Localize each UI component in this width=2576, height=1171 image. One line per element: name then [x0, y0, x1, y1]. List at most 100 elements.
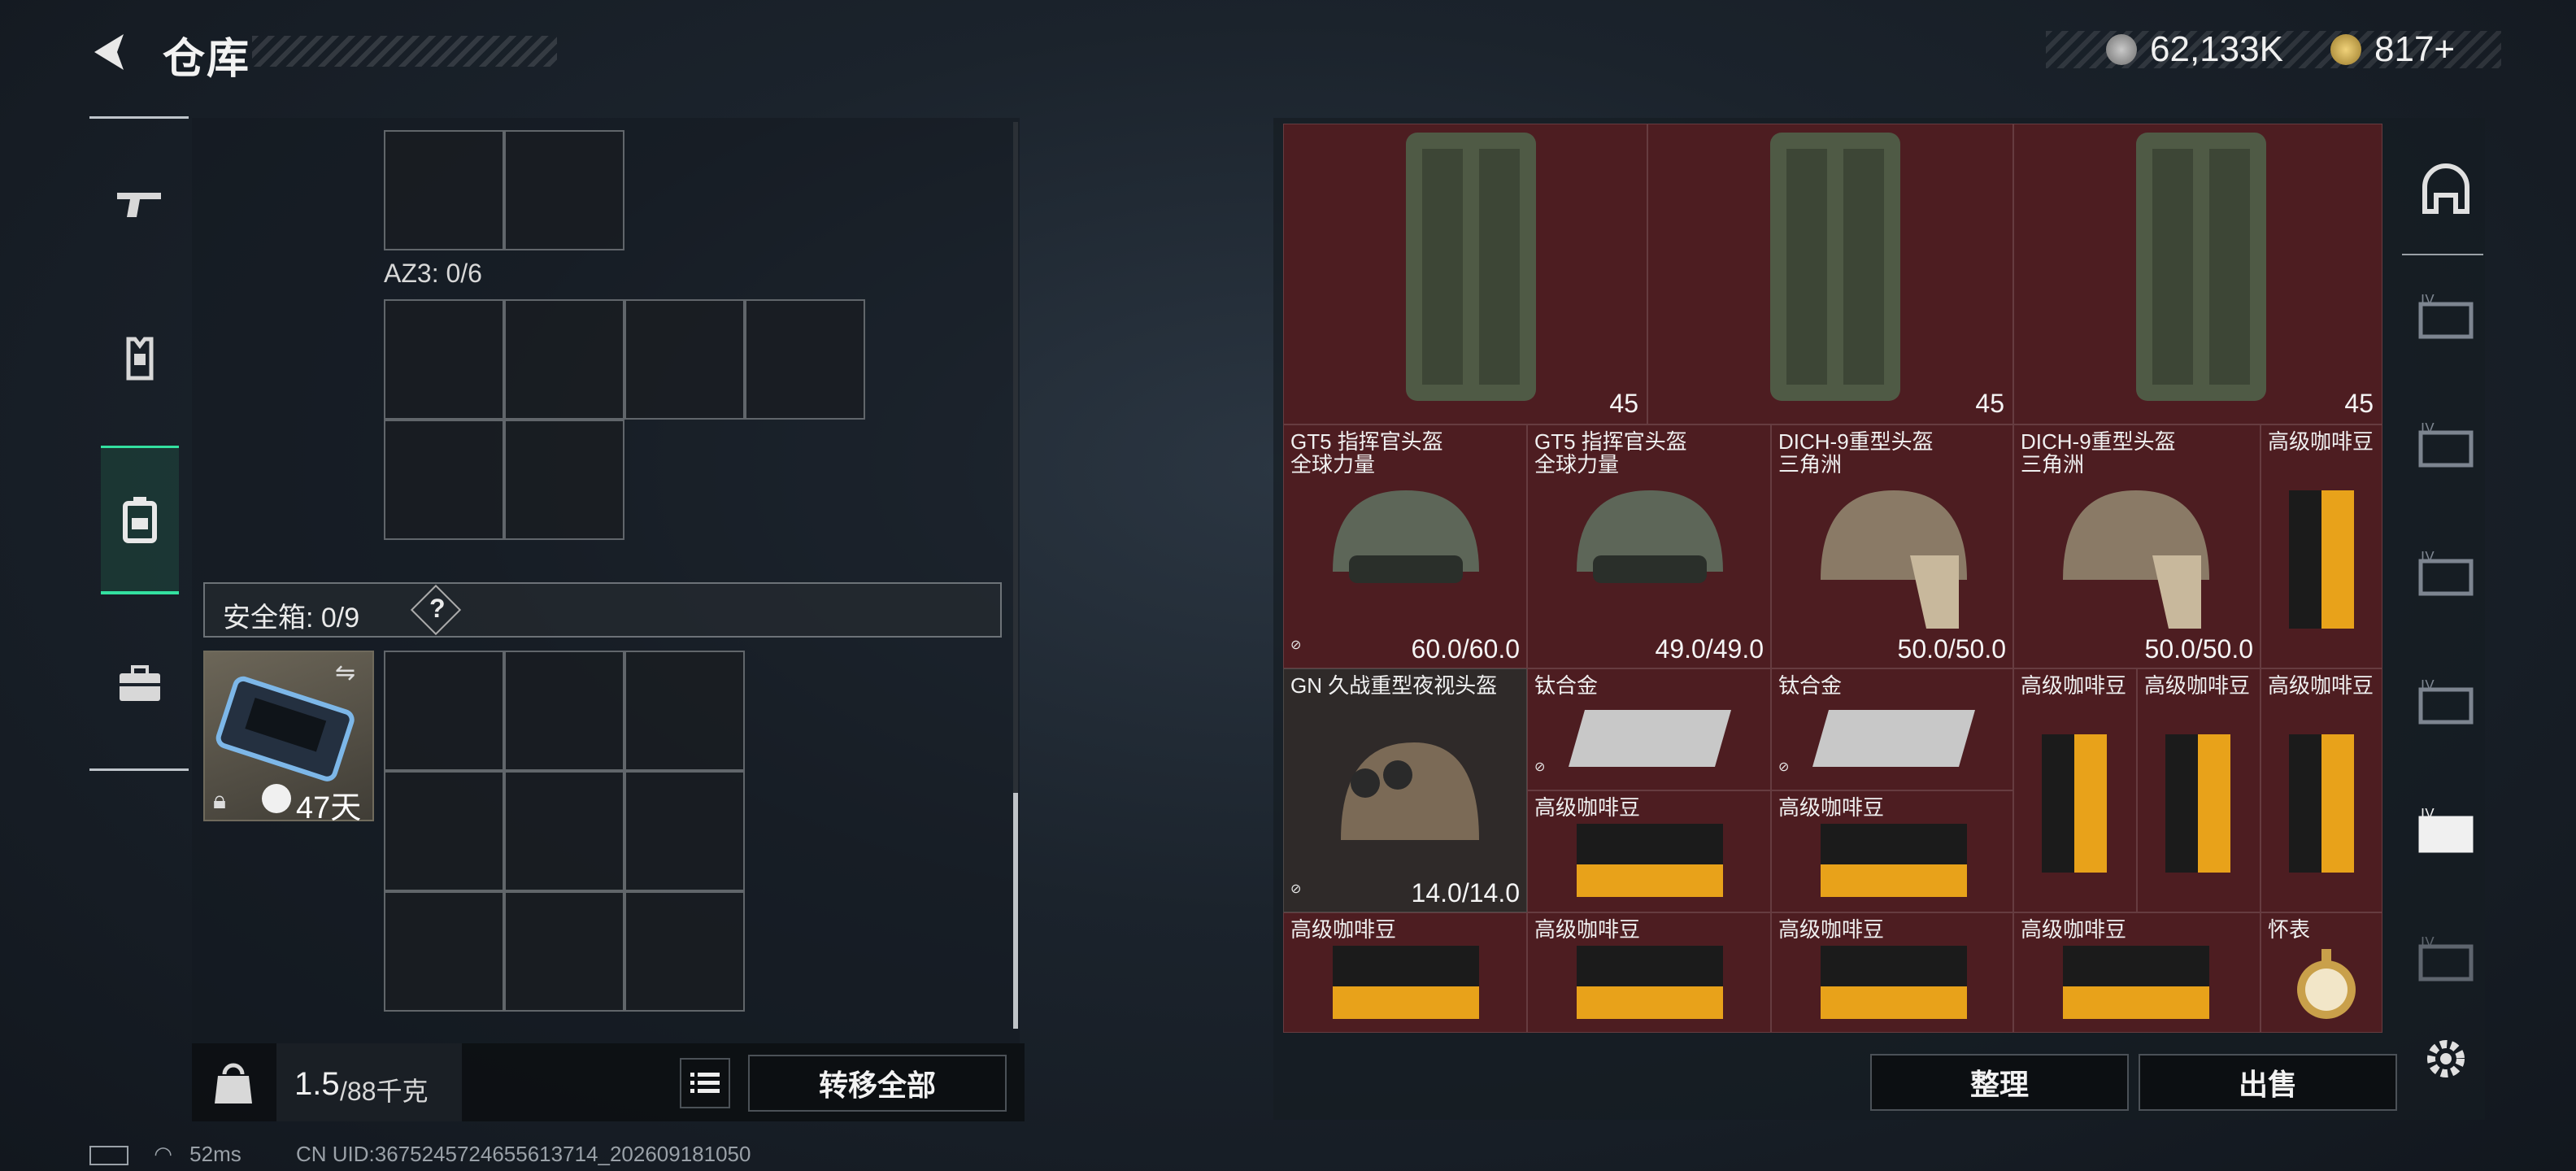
- nav-divider: [89, 768, 189, 771]
- nav-weapons[interactable]: [101, 165, 179, 243]
- helmet-icon: [1333, 490, 1479, 583]
- grid-slot[interactable]: [504, 420, 624, 540]
- backpack-item-icon: [1406, 133, 1536, 401]
- uid-text: CN UID:3675245724655613714_202609181050: [295, 1142, 751, 1166]
- page-title: 仓库: [163, 36, 251, 83]
- grid-slot[interactable]: [624, 651, 745, 771]
- safebox-item[interactable]: ⇋ 🔒︎ 47天: [203, 651, 374, 825]
- back-button[interactable]: [88, 29, 133, 75]
- storage-box-icon: IV: [2418, 680, 2474, 725]
- inventory-item-pocket-watch[interactable]: 怀表: [2261, 912, 2382, 1033]
- inventory-item-coffee[interactable]: 高级咖啡豆: [2013, 668, 2137, 912]
- storage-box-icon: IV: [2418, 808, 2474, 853]
- az3-label: AZ3: 0/6: [384, 259, 482, 288]
- nav-armor[interactable]: [101, 320, 179, 398]
- grid-slot[interactable]: [624, 771, 745, 891]
- gun-icon: [117, 193, 161, 217]
- grid-slot[interactable]: [384, 130, 504, 250]
- storage-tab-6[interactable]: IV: [2413, 929, 2478, 994]
- lock-icon: 🔒︎: [213, 787, 226, 814]
- no-link-icon: ⊘: [1290, 882, 1302, 896]
- currency-silver-value: 62,133K: [2150, 29, 2283, 69]
- inventory-item-titanium[interactable]: 钛合金 ⊘: [1527, 668, 1771, 790]
- nav-divider: [2402, 254, 2483, 255]
- inventory-item-coffee[interactable]: 高级咖啡豆: [2013, 912, 2261, 1033]
- safebox-label: 安全箱: 0/9: [223, 603, 360, 633]
- title-stripe: [252, 36, 557, 67]
- storage-tab-3[interactable]: IV: [2413, 543, 2478, 608]
- inventory-item-coffee[interactable]: 高级咖啡豆: [2261, 424, 2382, 668]
- grid-slot[interactable]: [624, 891, 745, 1012]
- nav-backpack[interactable]: [101, 446, 179, 594]
- grid-slot[interactable]: [504, 299, 624, 420]
- inventory-item-coffee[interactable]: 高级咖啡豆: [1283, 912, 1527, 1033]
- inventory-item-backpack[interactable]: 45: [1647, 124, 2013, 424]
- grid-slot[interactable]: [504, 651, 624, 771]
- inventory-item-coffee[interactable]: 高级咖啡豆: [1771, 790, 2013, 912]
- coffee-bag-icon: [1577, 946, 1723, 1019]
- weight-max: /88千克: [340, 1077, 429, 1106]
- inventory-item-backpack[interactable]: 45: [2013, 124, 2382, 424]
- inventory-item-backpack[interactable]: 45: [1283, 124, 1647, 424]
- inventory-item-helmet[interactable]: GT5 指挥官头盔 全球力量 ⊘ 60.0/60.0: [1283, 424, 1527, 668]
- no-link-icon: ⊘: [1290, 638, 1302, 652]
- no-link-icon: ⊘: [1778, 760, 1790, 774]
- svg-text:IV: IV: [2421, 680, 2435, 693]
- inventory-item-coffee[interactable]: 高级咖啡豆: [1527, 790, 1771, 912]
- grid-slot[interactable]: [504, 891, 624, 1012]
- heavy-helmet-icon: [1821, 490, 1967, 629]
- storage-tab-home[interactable]: [2413, 156, 2478, 221]
- item-name: GT5 指挥官头盔 全球力量: [1534, 429, 1687, 477]
- gold-coin-icon: [2330, 34, 2361, 65]
- nav-case[interactable]: [101, 645, 179, 723]
- grid-slot[interactable]: [384, 651, 504, 771]
- item-durability: 49.0/49.0: [1655, 634, 1764, 664]
- left-bottom-bar: 1.5 /88千克 转移全部: [192, 1043, 1025, 1121]
- inventory-item-coffee[interactable]: 高级咖啡豆: [1527, 912, 1771, 1033]
- grid-slot[interactable]: [504, 771, 624, 891]
- inventory-item-coffee[interactable]: 高级咖啡豆: [2137, 668, 2261, 912]
- storage-tab-1[interactable]: IV: [2413, 286, 2478, 351]
- safebox-days: 47天: [296, 791, 362, 825]
- left-scrollbar-thumb[interactable]: [1013, 793, 1018, 1029]
- grid-slot[interactable]: [384, 299, 504, 420]
- wifi-icon: ◠: [154, 1142, 172, 1166]
- grid-slot[interactable]: [504, 130, 624, 250]
- inventory-item-helmet[interactable]: GT5 指挥官头盔 全球力量 49.0/49.0: [1527, 424, 1771, 668]
- sort-button[interactable]: 整理: [1870, 1054, 2129, 1111]
- gear-icon: [2427, 1040, 2465, 1077]
- silver-coin-icon: [2106, 34, 2137, 65]
- grid-slot[interactable]: [624, 299, 745, 420]
- arch-icon: [2422, 163, 2469, 214]
- currency-gold-value[interactable]: 817+: [2374, 29, 2455, 70]
- inventory-item-helmet[interactable]: DICH-9重型头盔 三角洲 50.0/50.0: [2013, 424, 2261, 668]
- item-durability: 50.0/50.0: [1897, 634, 2006, 664]
- inventory-item-helmet[interactable]: DICH-9重型头盔 三角洲 50.0/50.0: [1771, 424, 2013, 668]
- item-name: GT5 指挥官头盔 全球力量: [1290, 429, 1443, 477]
- svg-text:IV: IV: [2421, 294, 2435, 307]
- transfer-all-button[interactable]: 转移全部: [748, 1055, 1007, 1112]
- grid-slot[interactable]: [384, 771, 504, 891]
- grid-slot[interactable]: [384, 891, 504, 1012]
- storage-tab-2[interactable]: IV: [2413, 415, 2478, 480]
- coffee-bag-icon: [2063, 946, 2209, 1019]
- inventory-item-nv-helmet[interactable]: GN 久战重型夜视头盔 ⊘ 14.0/14.0: [1283, 668, 1527, 912]
- inventory-item-coffee[interactable]: 高级咖啡豆: [2261, 668, 2382, 912]
- coffee-bag-icon: [2042, 734, 2107, 873]
- grid-slot[interactable]: [384, 420, 504, 540]
- storage-tab-4[interactable]: IV: [2413, 672, 2478, 737]
- storage-tab-5-active[interactable]: IV: [2413, 800, 2478, 865]
- sell-button[interactable]: 出售: [2139, 1054, 2397, 1111]
- settings-button[interactable]: [2413, 1026, 2478, 1091]
- backpack-item-icon: [2136, 133, 2266, 401]
- svg-text:IV: IV: [2421, 937, 2435, 950]
- grid-slot[interactable]: [745, 299, 865, 420]
- item-durability: 14.0/14.0: [1411, 878, 1520, 908]
- inventory-item-titanium[interactable]: 钛合金 ⊘: [1771, 668, 2013, 790]
- swap-icon[interactable]: ⇋: [335, 659, 355, 687]
- list-view-button[interactable]: [680, 1058, 730, 1108]
- item-name: 高级咖啡豆: [2268, 673, 2374, 698]
- backpack-item-icon: [1770, 133, 1900, 401]
- item-quantity: 45: [1975, 389, 2004, 418]
- inventory-item-coffee[interactable]: 高级咖啡豆: [1771, 912, 2013, 1033]
